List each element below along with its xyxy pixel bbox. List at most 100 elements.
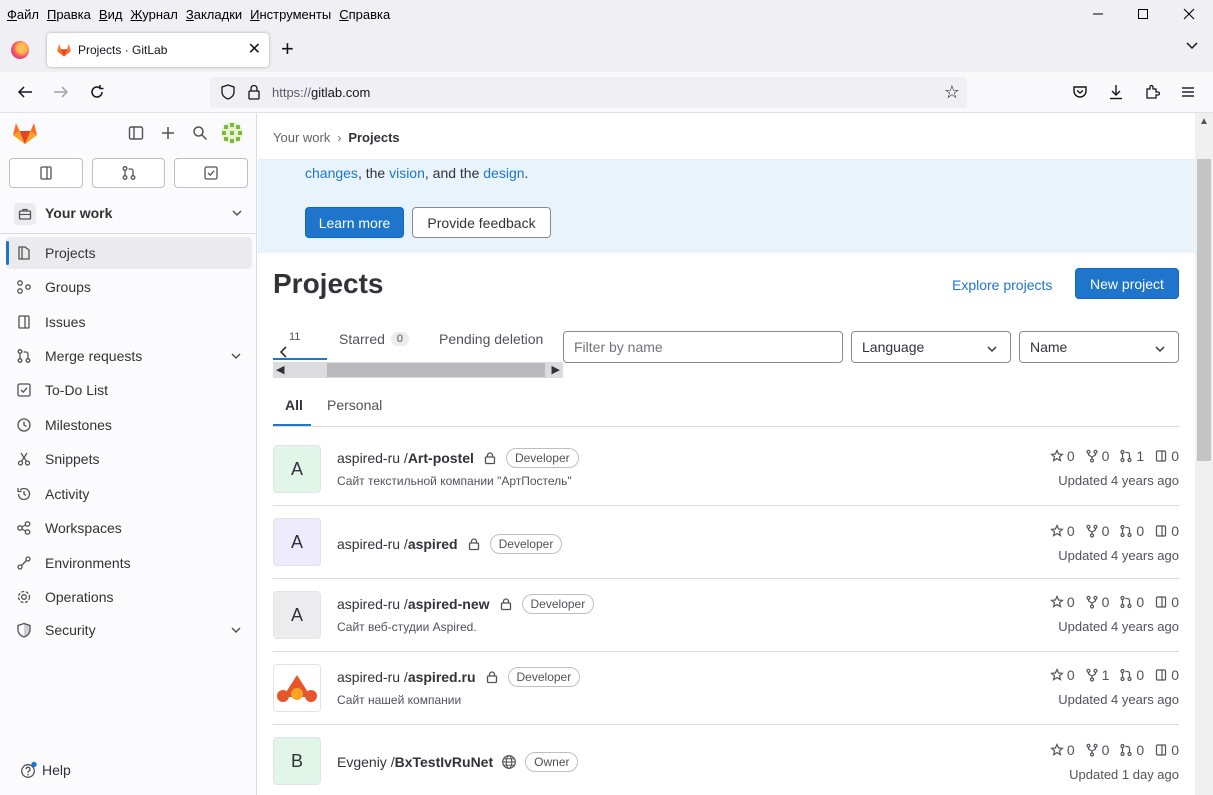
scroll-left-arrow-icon[interactable]: ◀	[276, 363, 284, 376]
tab-yours[interactable]: 11	[273, 331, 305, 343]
pocket-icon[interactable]	[1069, 81, 1091, 103]
learn-more-button[interactable]: Learn more	[305, 207, 404, 238]
help-button[interactable]: Help	[20, 761, 71, 779]
stars-stat[interactable]: 0	[1049, 742, 1075, 758]
merge-requests-stat[interactable]: 0	[1119, 667, 1144, 683]
bookmark-star-icon[interactable]: ☆	[944, 82, 960, 103]
toggle-sidebar-icon[interactable]	[126, 123, 146, 143]
todos-button[interactable]	[174, 158, 249, 188]
filter-by-name-field[interactable]	[563, 331, 843, 363]
tab-pending-deletion[interactable]: Pending deletion	[439, 331, 543, 347]
issues-stat[interactable]: 0	[1154, 523, 1179, 539]
project-name[interactable]: aspired-ru / aspired Developer	[337, 534, 563, 554]
project-title[interactable]: aspired.ru	[408, 669, 476, 685]
sidebar-item-activity[interactable]: Activity	[6, 478, 252, 510]
app-menu-icon[interactable]	[1177, 81, 1199, 103]
design-link[interactable]: design	[483, 165, 524, 181]
provide-feedback-button[interactable]: Provide feedback	[412, 207, 551, 238]
project-row[interactable]: A aspired-ru / aspired-new Developer Сай…	[273, 579, 1179, 652]
merge-requests-stat[interactable]: 0	[1119, 594, 1144, 610]
tracking-shield-icon[interactable]	[219, 83, 237, 101]
tab-starred[interactable]: Starred 0	[339, 331, 410, 347]
forward-icon[interactable]	[50, 81, 72, 103]
breadcrumb-your-work[interactable]: Your work	[273, 130, 330, 145]
vision-link[interactable]: vision	[389, 165, 425, 181]
forks-stat[interactable]: 1	[1085, 667, 1109, 683]
browser-tab-projects[interactable]: Projects · GitLab ✕	[47, 33, 269, 67]
changes-link[interactable]: changes	[305, 165, 358, 181]
search-icon[interactable]	[190, 123, 210, 143]
scrollbar-thumb[interactable]	[327, 363, 545, 377]
project-title[interactable]: BxTestIvRuNet	[395, 754, 494, 770]
project-row[interactable]: A aspired-ru / Art-postel Developer Сайт…	[273, 433, 1179, 506]
extensions-icon[interactable]	[1141, 81, 1163, 103]
project-avatar[interactable]: A	[273, 518, 321, 566]
menu-view[interactable]: Вид	[99, 7, 123, 22]
lock-icon[interactable]	[247, 83, 261, 101]
issues-stat[interactable]: 0	[1154, 448, 1179, 464]
stars-stat[interactable]: 0	[1049, 523, 1075, 539]
project-name[interactable]: aspired-ru / aspired-new Developer	[337, 594, 595, 614]
close-window-button[interactable]	[1166, 0, 1212, 28]
language-dropdown[interactable]: Language	[851, 331, 1011, 363]
forks-stat[interactable]: 0	[1085, 448, 1109, 464]
project-title[interactable]: aspired	[408, 536, 458, 552]
menu-tools[interactable]: Инструменты	[250, 7, 331, 22]
breadcrumb-current[interactable]: Projects	[348, 130, 399, 145]
explore-projects-link[interactable]: Explore projects	[952, 277, 1052, 293]
merge-requests-button[interactable]	[91, 158, 166, 188]
sort-dropdown[interactable]: Name	[1019, 331, 1179, 363]
menu-file[interactable]: Файл	[7, 7, 39, 22]
project-title[interactable]: Art-postel	[408, 450, 474, 466]
sidebar-item-projects[interactable]: Projects	[6, 237, 252, 269]
new-project-button[interactable]: New project	[1075, 268, 1179, 299]
list-all-tabs-icon[interactable]	[1185, 38, 1199, 52]
menu-edit[interactable]: Правка	[47, 7, 91, 22]
merge-requests-stat[interactable]: 1	[1119, 448, 1144, 464]
maximize-window-button[interactable]	[1120, 0, 1166, 28]
sidebar-item-groups[interactable]: Groups	[6, 271, 252, 303]
project-avatar[interactable]	[273, 664, 321, 712]
forks-stat[interactable]: 0	[1085, 523, 1109, 539]
url-bar[interactable]: https://gitlab.com ☆	[210, 77, 967, 108]
menu-history[interactable]: Журнал	[130, 7, 177, 22]
sidebar-item-security[interactable]: Security	[6, 614, 252, 646]
stars-stat[interactable]: 0	[1049, 594, 1075, 610]
issues-stat[interactable]: 0	[1154, 594, 1179, 610]
tab-all[interactable]: All	[285, 397, 303, 413]
stars-stat[interactable]: 0	[1049, 448, 1075, 464]
assigned-issues-button[interactable]	[9, 158, 83, 188]
project-row[interactable]: B Evgeniy / BxTestIvRuNet Owner 0 0 0 0 …	[273, 725, 1179, 795]
scroll-tabs-left-icon[interactable]	[279, 346, 289, 358]
issues-stat[interactable]: 0	[1154, 742, 1179, 758]
project-avatar[interactable]: A	[273, 445, 321, 493]
reload-icon[interactable]	[86, 81, 108, 103]
menu-bookmarks[interactable]: Закладки	[186, 7, 242, 22]
sidebar-item-todo-list[interactable]: To-Do List	[6, 374, 252, 406]
sidebar-item-workspaces[interactable]: Workspaces	[6, 512, 252, 544]
tab-personal[interactable]: Personal	[327, 397, 382, 413]
context-switcher[interactable]: Your work	[4, 195, 253, 232]
project-row[interactable]: A aspired-ru / aspired Developer 0 0 0 0…	[273, 506, 1179, 579]
sidebar-item-environments[interactable]: Environments	[6, 547, 252, 579]
firefox-view-icon[interactable]	[11, 41, 29, 59]
new-tab-icon[interactable]: +	[281, 36, 294, 62]
project-name[interactable]: aspired-ru / Art-postel Developer	[337, 448, 579, 468]
gitlab-logo-icon[interactable]	[12, 121, 38, 145]
tabs-horizontal-scrollbar[interactable]: ◀ ▶	[273, 362, 563, 378]
project-name[interactable]: aspired-ru / aspired.ru Developer	[337, 667, 581, 687]
issues-stat[interactable]: 0	[1154, 667, 1179, 683]
tab-close-icon[interactable]: ✕	[248, 39, 261, 59]
project-avatar[interactable]: A	[273, 591, 321, 639]
sidebar-item-merge-requests[interactable]: Merge requests	[6, 340, 252, 372]
filter-input[interactable]	[564, 332, 842, 362]
sidebar-item-snippets[interactable]: Snippets	[6, 443, 252, 475]
merge-requests-stat[interactable]: 0	[1119, 523, 1144, 539]
back-icon[interactable]	[14, 81, 36, 103]
stars-stat[interactable]: 0	[1049, 667, 1075, 683]
menu-help[interactable]: Справка	[339, 7, 390, 22]
forks-stat[interactable]: 0	[1085, 742, 1109, 758]
scroll-right-arrow-icon[interactable]: ▶	[552, 363, 560, 376]
merge-requests-stat[interactable]: 0	[1119, 742, 1144, 758]
scroll-up-arrow-icon[interactable]: ▲	[1199, 116, 1209, 127]
